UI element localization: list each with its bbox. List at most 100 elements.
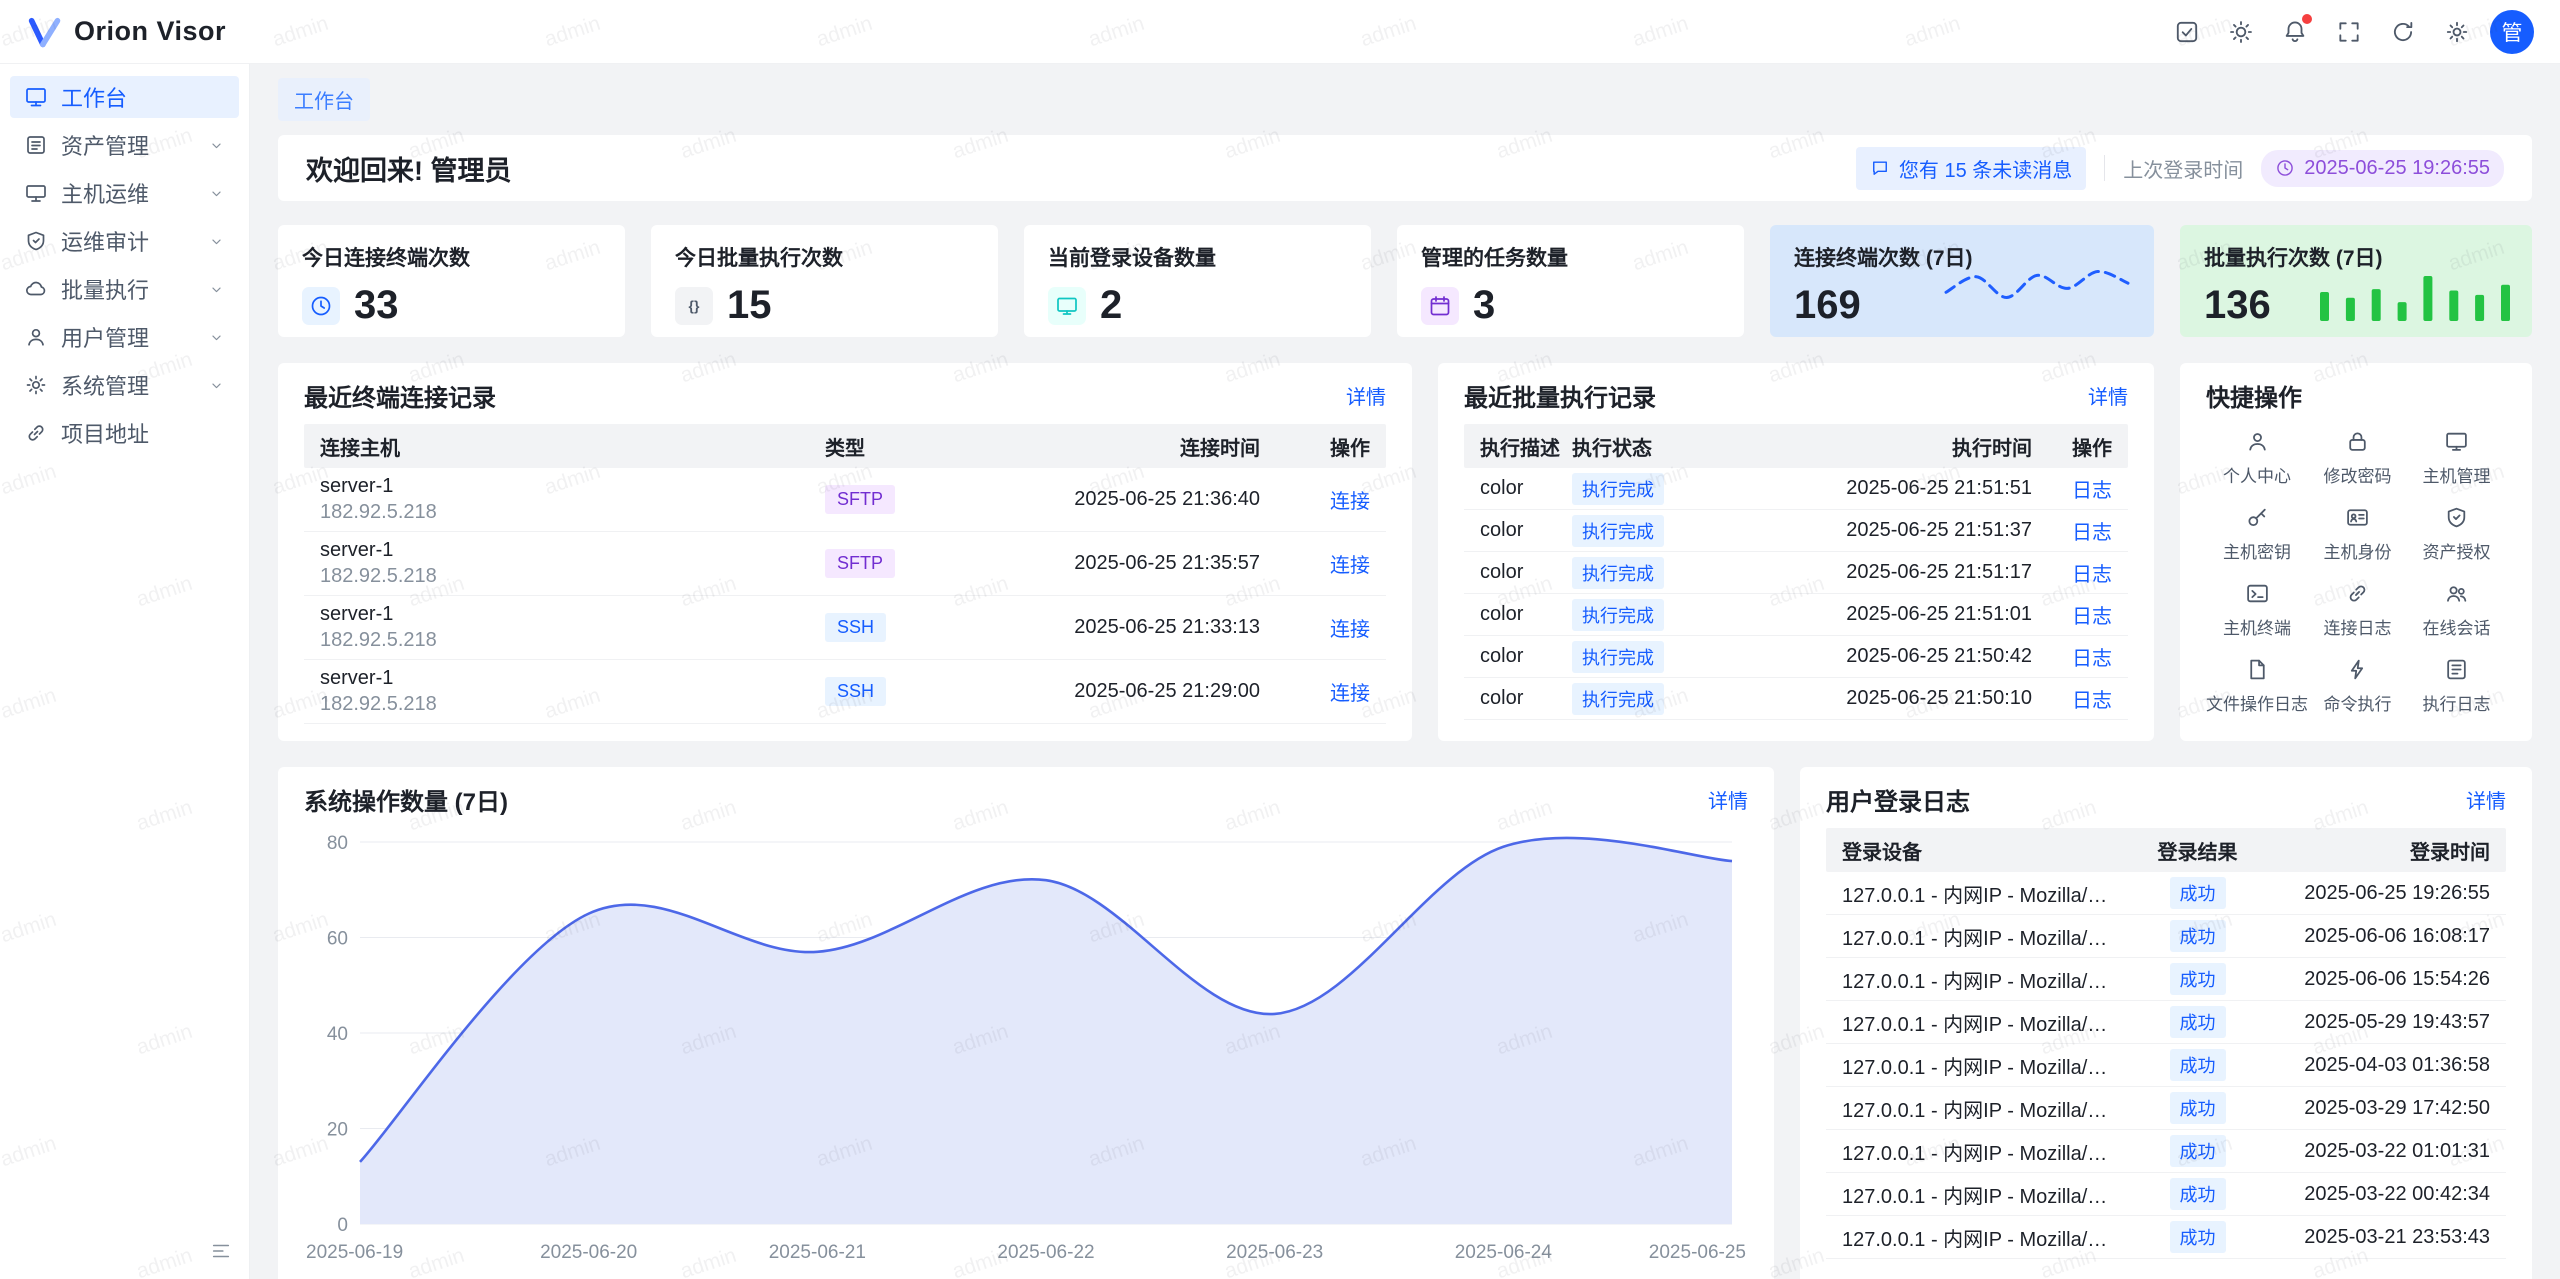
sidebar-item[interactable]: 用户管理 bbox=[10, 316, 239, 358]
brand[interactable]: Orion Visor bbox=[26, 14, 226, 50]
connect-link[interactable]: 连接 bbox=[1330, 683, 1370, 705]
host-name: server-1 bbox=[320, 539, 825, 562]
stat-value: 15 bbox=[727, 283, 772, 328]
table-header: 执行描述 执行状态 执行时间 操作 bbox=[1464, 424, 2128, 468]
quick-action-label: 资产授权 bbox=[2423, 538, 2491, 563]
svg-text:0: 0 bbox=[337, 1215, 348, 1236]
check-square-icon[interactable] bbox=[2166, 11, 2208, 53]
connect-link[interactable]: 连接 bbox=[1330, 555, 1370, 577]
table-row: 127.0.0.1 - 内网IP - Mozilla/5.0 (Windows … bbox=[1826, 1216, 2506, 1259]
login-logs-detail-link[interactable]: 详情 bbox=[2466, 785, 2506, 814]
login-time: 2025-03-22 00:42:34 bbox=[2260, 1183, 2490, 1206]
log-link[interactable]: 日志 bbox=[2072, 648, 2112, 670]
idcard-icon bbox=[2345, 505, 2370, 530]
sidebar-item[interactable]: 项目地址 bbox=[10, 412, 239, 454]
quick-actions-card: 快捷操作 个人中心 修改密码 主机管理 主机密钥 bbox=[2180, 363, 2532, 741]
quick-action-label: 命令执行 bbox=[2324, 690, 2392, 715]
stats-row: 今日连接终端次数 33 今日批量执行次数 {} 15 当前登录设备数量 bbox=[278, 225, 2532, 337]
svg-text:2025-06-25: 2025-06-25 bbox=[1649, 1242, 1746, 1263]
sidebar-item[interactable]: 批量执行 bbox=[10, 268, 239, 310]
host-icon bbox=[24, 181, 48, 205]
key-icon bbox=[2245, 505, 2270, 530]
login-time: 2025-05-29 19:43:57 bbox=[2260, 1011, 2490, 1034]
host-ip: 182.92.5.218 bbox=[320, 565, 825, 588]
clock-icon bbox=[302, 287, 340, 325]
terminal-records-detail-link[interactable]: 详情 bbox=[1346, 381, 1386, 410]
quick-action[interactable]: 在线会话 bbox=[2407, 578, 2506, 642]
connect-time: 2025-06-25 21:36:40 bbox=[960, 488, 1260, 511]
log-link[interactable]: 日志 bbox=[2072, 606, 2112, 628]
stat-value: 2 bbox=[1100, 283, 1122, 328]
app-title: Orion Visor bbox=[74, 16, 226, 47]
sidebar-item-label: 主机运维 bbox=[61, 177, 195, 209]
login-time: 2025-06-06 16:08:17 bbox=[2260, 925, 2490, 948]
host-cell: server-1 182.92.5.218 bbox=[320, 475, 825, 524]
quick-action[interactable]: 主机终端 bbox=[2206, 578, 2308, 642]
quick-action[interactable]: 主机管理 bbox=[2407, 426, 2506, 490]
stat-card: 今日连接终端次数 33 bbox=[278, 225, 625, 337]
users-icon bbox=[2444, 581, 2469, 606]
log-link[interactable]: 日志 bbox=[2072, 690, 2112, 712]
exec-time: 2025-06-25 21:51:01 bbox=[1747, 603, 2032, 626]
login-result-badge: 成功 bbox=[2170, 877, 2226, 909]
host-cell: server-1 182.92.5.218 bbox=[320, 667, 825, 716]
quick-action[interactable]: 资产授权 bbox=[2407, 502, 2506, 566]
user-avatar[interactable]: 管 bbox=[2490, 10, 2534, 54]
file-icon bbox=[2245, 657, 2270, 682]
table-row: color 执行完成 2025-06-25 21:50:10 日志 bbox=[1464, 678, 2128, 720]
sidebar-item[interactable]: 资产管理 bbox=[10, 124, 239, 166]
sidebar-collapse-button[interactable] bbox=[205, 1235, 237, 1267]
quick-action[interactable]: 命令执行 bbox=[2308, 654, 2407, 718]
login-time: 2025-03-22 01:01:31 bbox=[2260, 1140, 2490, 1163]
terminal-icon bbox=[2245, 581, 2270, 606]
login-result-badge: 成功 bbox=[2170, 920, 2226, 952]
orion-visor-logo-icon bbox=[26, 14, 62, 50]
system-icon bbox=[24, 373, 48, 397]
sidebar-item[interactable]: 运维审计 bbox=[10, 220, 239, 262]
connect-time: 2025-06-25 21:33:13 bbox=[960, 616, 1260, 639]
unread-messages-badge[interactable]: 您有 15 条未读消息 bbox=[1856, 147, 2086, 190]
quick-action[interactable]: 修改密码 bbox=[2308, 426, 2407, 490]
login-time: 2025-06-25 19:26:55 bbox=[2260, 882, 2490, 905]
quick-action[interactable]: 执行日志 bbox=[2407, 654, 2506, 718]
sidebar-item[interactable]: 主机运维 bbox=[10, 172, 239, 214]
refresh-icon[interactable] bbox=[2382, 11, 2424, 53]
login-time: 2025-03-29 17:42:50 bbox=[2260, 1097, 2490, 1120]
log-link[interactable]: 日志 bbox=[2072, 522, 2112, 544]
col-header-device: 登录设备 bbox=[1842, 836, 2135, 865]
quick-action[interactable]: 主机密钥 bbox=[2206, 502, 2308, 566]
sidebar-item[interactable]: 系统管理 bbox=[10, 364, 239, 406]
svg-text:{}: {} bbox=[689, 297, 700, 313]
host-ip: 182.92.5.218 bbox=[320, 629, 825, 652]
login-device: 127.0.0.1 - 内网IP - Mozilla/5.0 (Windows … bbox=[1842, 1223, 2135, 1252]
batch-records-detail-link[interactable]: 详情 bbox=[2088, 381, 2128, 410]
quick-action[interactable]: 连接日志 bbox=[2308, 578, 2407, 642]
topbar-actions: 管 bbox=[2166, 10, 2534, 54]
log-link[interactable]: 日志 bbox=[2072, 564, 2112, 586]
notification-bell-icon[interactable] bbox=[2274, 11, 2316, 53]
system-operations-detail-link[interactable]: 详情 bbox=[1708, 785, 1748, 814]
svg-text:60: 60 bbox=[327, 929, 348, 950]
log-link[interactable]: 日志 bbox=[2072, 480, 2112, 502]
table-row: color 执行完成 2025-06-25 21:51:17 日志 bbox=[1464, 552, 2128, 594]
host-ip: 182.92.5.218 bbox=[320, 501, 825, 524]
connect-link[interactable]: 连接 bbox=[1330, 491, 1370, 513]
col-header-result: 登录结果 bbox=[2135, 836, 2260, 865]
stat-value: 33 bbox=[354, 283, 399, 328]
settings-gear-icon[interactable] bbox=[2436, 11, 2478, 53]
breadcrumb-item-workbench[interactable]: 工作台 bbox=[278, 78, 370, 121]
exec-desc: color bbox=[1480, 687, 1572, 710]
theme-sun-icon[interactable] bbox=[2220, 11, 2262, 53]
quick-action[interactable]: 文件操作日志 bbox=[2206, 654, 2308, 718]
sidebar-item[interactable]: 工作台 bbox=[10, 76, 239, 118]
system-operations-chart: 0204060802025-06-192025-06-202025-06-212… bbox=[304, 824, 1748, 1275]
table-row: 127.0.0.1 - 内网IP - Mozilla/5.0 (Windows … bbox=[1826, 1130, 2506, 1173]
connect-link[interactable]: 连接 bbox=[1330, 619, 1370, 641]
quick-action[interactable]: 主机身份 bbox=[2308, 502, 2407, 566]
message-icon bbox=[1870, 158, 1890, 178]
last-login-time-badge: 2025-06-25 19:26:55 bbox=[2261, 150, 2504, 187]
sidebar-item-label: 用户管理 bbox=[61, 321, 195, 353]
quick-action[interactable]: 个人中心 bbox=[2206, 426, 2308, 490]
fullscreen-icon[interactable] bbox=[2328, 11, 2370, 53]
login-result-badge: 成功 bbox=[2170, 1178, 2226, 1210]
